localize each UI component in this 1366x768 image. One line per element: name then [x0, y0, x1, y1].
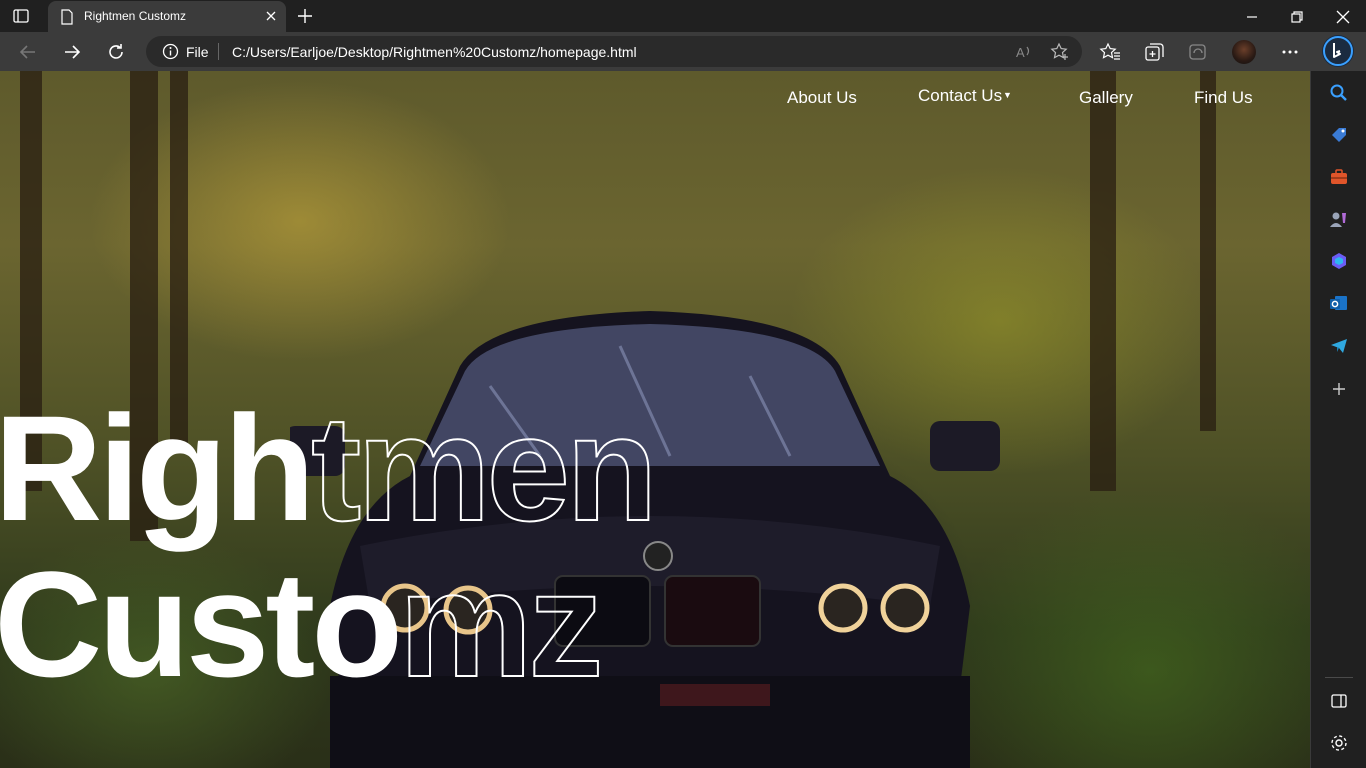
nav-about-us[interactable]: About Us	[787, 88, 857, 108]
close-window-icon[interactable]	[1334, 8, 1352, 26]
shopping-tag-icon[interactable]	[1329, 125, 1349, 145]
info-icon[interactable]	[162, 43, 179, 63]
page-icon	[60, 9, 74, 28]
new-tab-icon[interactable]	[296, 7, 314, 30]
address-url[interactable]: C:/Users/Earljoe/Desktop/Rightmen%20Cust…	[232, 44, 637, 60]
page-viewport: About Us Contact Us ▼ Gallery Find Us Ri…	[0, 71, 1310, 768]
address-bar[interactable]: File C:/Users/Earljoe/Desktop/Rightmen%2…	[146, 36, 1082, 67]
close-tab-icon[interactable]	[264, 9, 278, 26]
tree-trunk	[1090, 71, 1116, 491]
refresh-icon[interactable]	[105, 41, 127, 63]
add-icon[interactable]	[1329, 379, 1349, 399]
browser-title-bar: Rightmen Customz	[0, 0, 1366, 32]
telegram-icon[interactable]	[1329, 335, 1349, 355]
hero-title-line-2: Customz	[0, 548, 604, 700]
edge-sidebar	[1310, 71, 1366, 768]
favorites-icon[interactable]	[1099, 41, 1121, 63]
profile-avatar[interactable]	[1232, 40, 1256, 64]
browser-essentials-icon[interactable]	[1187, 41, 1209, 63]
games-icon[interactable]	[1329, 209, 1349, 229]
search-icon[interactable]	[1329, 83, 1349, 103]
hero-title-outline: mz	[398, 540, 604, 708]
nav-contact-us[interactable]: Contact Us	[918, 86, 1002, 106]
outlook-icon[interactable]	[1329, 293, 1349, 313]
address-divider	[218, 43, 219, 60]
minimize-icon[interactable]	[1243, 8, 1261, 26]
hero-title-line-1: Rightmen	[0, 392, 659, 544]
forward-icon[interactable]	[61, 41, 83, 63]
bing-copilot-icon[interactable]	[1322, 35, 1354, 67]
copilot-icon[interactable]	[1329, 251, 1349, 271]
restore-icon[interactable]	[1288, 8, 1306, 26]
browser-tab[interactable]: Rightmen Customz	[48, 1, 286, 32]
collections-icon[interactable]	[1143, 41, 1165, 63]
nav-find-us[interactable]: Find Us	[1194, 88, 1253, 108]
settings-icon[interactable]	[1329, 733, 1349, 753]
tab-title: Rightmen Customz	[84, 9, 187, 23]
sidebar-divider	[1325, 677, 1353, 678]
add-favorite-icon[interactable]	[1050, 42, 1070, 62]
hero-title-solid: Righ	[0, 384, 315, 552]
hero-title-outline: tmen	[310, 384, 658, 552]
nav-gallery[interactable]: Gallery	[1079, 88, 1133, 108]
svg-text:A: A	[1016, 45, 1025, 60]
site-navigation: About Us Contact Us ▼ Gallery Find Us	[0, 71, 1310, 131]
sidebar-toggle-icon[interactable]	[1329, 691, 1349, 711]
tab-actions-icon[interactable]	[12, 7, 30, 25]
browser-toolbar: File C:/Users/Earljoe/Desktop/Rightmen%2…	[0, 32, 1366, 71]
read-aloud-icon[interactable]: A	[1014, 42, 1034, 62]
hero-title-solid: Custo	[0, 540, 403, 708]
back-icon[interactable]	[17, 41, 39, 63]
tools-icon[interactable]	[1329, 167, 1349, 187]
more-menu-icon[interactable]	[1279, 41, 1301, 63]
address-scheme-label: File	[186, 44, 209, 60]
chevron-down-icon[interactable]: ▼	[1003, 90, 1012, 100]
